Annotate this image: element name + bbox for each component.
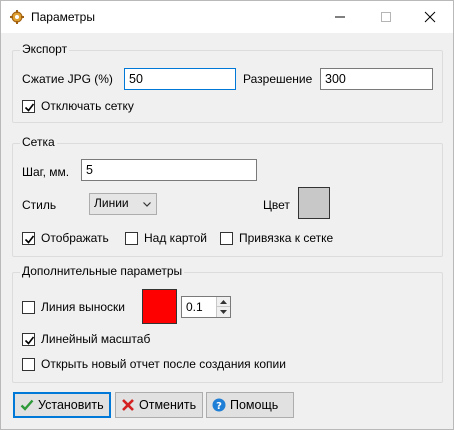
grid-style-value: Линии [94, 196, 129, 210]
grid-step-label: Шаг, мм. [22, 165, 70, 179]
linear-scale-checkbox[interactable] [22, 333, 35, 346]
open-report-label: Открыть новый отчет после создания копии [41, 357, 286, 371]
disable-grid-checkbox[interactable] [22, 100, 35, 113]
jpg-compression-value: 50 [129, 72, 143, 86]
arrow-up-icon [220, 300, 227, 304]
close-button[interactable] [407, 1, 453, 33]
extra-group-title: Дополнительные параметры [20, 264, 185, 278]
checkmark-icon [24, 336, 35, 345]
open-report-checkbox[interactable] [22, 358, 35, 371]
apply-button-label: Установить [38, 398, 104, 412]
grid-step-input[interactable]: 5 [81, 159, 257, 181]
jpg-compression-input[interactable]: 50 [124, 68, 236, 90]
resolution-input[interactable]: 300 [320, 68, 433, 90]
window-title: Параметры [31, 10, 95, 24]
help-button[interactable]: ? Помощь [206, 392, 294, 418]
help-icon: ? [212, 398, 226, 415]
show-grid-checkbox[interactable] [22, 232, 35, 245]
resolution-label: Разрешение [243, 72, 313, 86]
settings-dialog: Параметры Экспорт Сжатие JPG (%) 50 Разр… [0, 0, 454, 430]
disable-grid-label: Отключать сетку [41, 99, 134, 113]
checkmark-icon [24, 235, 35, 244]
leader-width-value: 0.1 [186, 300, 203, 314]
jpg-compression-label: Сжатие JPG (%) [22, 72, 113, 86]
snap-to-grid-label: Привязка к сетке [239, 231, 334, 245]
gear-icon [10, 10, 24, 24]
resolution-value: 300 [325, 72, 346, 86]
title-bar: Параметры [1, 1, 453, 33]
svg-text:?: ? [216, 401, 222, 412]
leader-color-swatch[interactable] [142, 289, 177, 324]
show-grid-label: Отображать [41, 231, 109, 245]
above-map-checkbox[interactable] [125, 232, 138, 245]
maximize-button[interactable] [363, 1, 409, 33]
cancel-button-label: Отменить [139, 398, 197, 412]
grid-step-value: 5 [86, 163, 93, 177]
minimize-button[interactable] [317, 1, 363, 33]
spin-down-button[interactable] [217, 307, 230, 317]
cancel-button[interactable]: Отменить [115, 392, 203, 418]
grid-style-label: Стиль [22, 198, 57, 212]
above-map-label: Над картой [144, 231, 208, 245]
minimize-icon [335, 16, 345, 18]
leader-line-checkbox[interactable] [22, 301, 35, 314]
help-button-label: Помощь [230, 398, 279, 412]
leader-width-spinbox[interactable]: 0.1 [181, 296, 231, 318]
arrow-down-icon [220, 310, 227, 314]
snap-to-grid-checkbox[interactable] [220, 232, 233, 245]
spin-buttons [216, 297, 230, 317]
apply-button[interactable]: Установить [13, 392, 111, 418]
checkmark-icon [20, 398, 34, 415]
grid-group-title: Сетка [20, 135, 57, 149]
grid-color-swatch[interactable] [298, 187, 330, 219]
export-group-title: Экспорт [20, 42, 70, 56]
x-icon [121, 398, 135, 415]
checkmark-icon [24, 103, 35, 112]
leader-line-label: Линия выноски [41, 300, 125, 314]
chevron-down-icon [143, 202, 151, 207]
grid-color-label: Цвет [263, 198, 290, 212]
spin-up-button[interactable] [217, 297, 230, 307]
linear-scale-label: Линейный масштаб [41, 332, 151, 346]
maximize-icon [381, 12, 391, 22]
close-icon [424, 11, 436, 23]
grid-style-select[interactable]: Линии [89, 193, 157, 215]
